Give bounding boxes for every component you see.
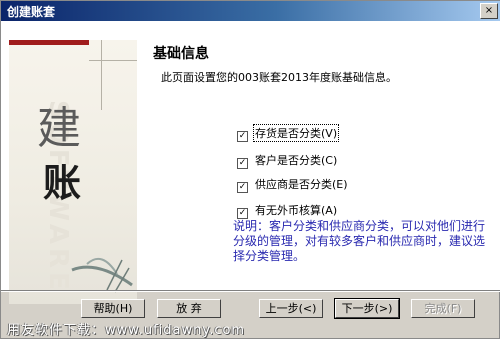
banner-pinyin: jianzhang <box>9 190 11 277</box>
note-line: 说明：客户分类和供应商分类，可以对他们进行 <box>233 219 486 233</box>
banner-decor-line <box>89 60 137 61</box>
button-separator <box>1 290 500 292</box>
note-line: 分级的管理，对有较多客户和供应商时，建议选 <box>233 234 486 248</box>
checkbox-icon[interactable]: ✓ <box>237 182 248 193</box>
option-foreign-currency[interactable]: ✓ 有无外币核算(A) <box>237 202 338 219</box>
banner-accent-bar <box>9 40 89 45</box>
banner-char-top: 建 <box>37 103 81 154</box>
title-bar[interactable]: 创建账套 × <box>1 1 500 21</box>
explanation-note: 说明：客户分类和供应商分类，可以对他们进行 分级的管理，对有较多客户和供应商时，… <box>233 219 486 264</box>
side-banner-image: SOFTWARE 建 账 jianzhang <box>9 40 137 304</box>
cancel-button[interactable]: 放 弃 <box>157 299 221 318</box>
checkbox-icon[interactable]: ✓ <box>237 158 248 169</box>
option-label: 客户是否分类(C) <box>255 154 338 167</box>
option-label: 供应商是否分类(E) <box>255 178 348 191</box>
option-supplier-classified[interactable]: ✓ 供应商是否分类(E) <box>237 176 349 193</box>
close-icon[interactable]: × <box>480 3 498 19</box>
banner-char-bottom: 账 <box>43 160 82 205</box>
create-account-dialog: 创建账套 × SOFTWARE 建 账 jianzhang 基础信息 此页面设置… <box>0 0 500 339</box>
option-inventory-classified[interactable]: ✓ 存货是否分类(V) <box>237 124 340 142</box>
window-title: 创建账套 <box>7 5 56 19</box>
note-line: 择分类管理。 <box>233 249 306 263</box>
site-watermark: 用友软件下载：www.ufidawny.com <box>7 323 246 338</box>
help-button[interactable]: 帮助(H) <box>81 299 145 318</box>
checkbox-icon[interactable]: ✓ <box>237 131 248 142</box>
page-title: 基础信息 <box>153 46 209 62</box>
next-button[interactable]: 下一步(>) <box>334 298 400 319</box>
page-description: 此页面设置您的003账套2013年度账基础信息。 <box>161 71 397 84</box>
finish-button[interactable]: 完成(F) <box>411 299 475 318</box>
banner-decor-line <box>101 40 102 110</box>
previous-button[interactable]: 上一步(<) <box>259 299 323 318</box>
option-customer-classified[interactable]: ✓ 客户是否分类(C) <box>237 152 338 169</box>
option-label: 存货是否分类(V) <box>252 124 340 142</box>
option-label: 有无外币核算(A) <box>255 204 338 217</box>
checkbox-icon[interactable]: ✓ <box>237 208 248 219</box>
